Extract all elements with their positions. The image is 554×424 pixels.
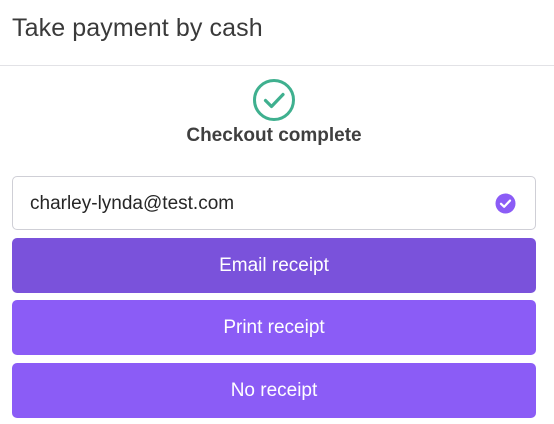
email-receipt-button[interactable]: Email receipt <box>12 238 536 293</box>
check-badge-icon <box>495 193 516 214</box>
no-receipt-button[interactable]: No receipt <box>12 363 536 418</box>
email-value[interactable]: charley-lynda@test.com <box>30 191 234 217</box>
check-circle-icon <box>252 78 296 122</box>
print-receipt-button[interactable]: Print receipt <box>12 300 536 355</box>
checkout-status-text: Checkout complete <box>186 125 362 146</box>
page-title: Take payment by cash <box>12 14 263 42</box>
email-field[interactable]: charley-lynda@test.com <box>12 176 536 230</box>
header: Take payment by cash <box>0 0 554 66</box>
